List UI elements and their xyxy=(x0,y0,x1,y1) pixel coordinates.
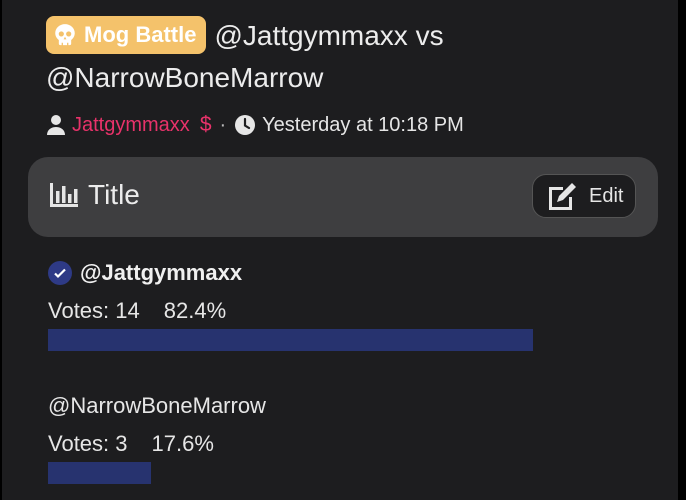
poll-option-1[interactable]: @Jattgymmaxx Votes: 14 82.4% xyxy=(48,260,534,351)
title-text-2: @NarrowBoneMarrow xyxy=(46,62,324,93)
mog-battle-badge[interactable]: Mog Battle xyxy=(46,15,207,54)
vote-percent: 17.6% xyxy=(151,431,214,456)
vote-bar xyxy=(48,462,673,484)
check-circle-icon xyxy=(48,261,72,285)
option-name: @Jattgymmaxx xyxy=(80,260,243,285)
poll-title: Title xyxy=(48,179,140,211)
post-title-line-1[interactable]: Mog Battle @Jattgymmaxx vs xyxy=(46,14,444,58)
left-edge xyxy=(0,0,2,500)
skull-icon xyxy=(55,23,75,45)
vote-bar-fill xyxy=(48,329,533,351)
meta-separator: · xyxy=(219,114,227,136)
post-timestamp[interactable]: Yesterday at 10:18 PM xyxy=(262,110,464,140)
poll-option-2[interactable]: @NarrowBoneMarrow Votes: 3 17.6% xyxy=(48,393,673,484)
vote-bar-fill xyxy=(48,462,151,484)
post-meta: Jattgymmaxx $ · Yesterday at 10:18 PM xyxy=(46,110,464,140)
option-name-row: @NarrowBoneMarrow xyxy=(48,393,673,419)
option-stats: Votes: 14 82.4% xyxy=(48,298,534,324)
bar-chart-icon xyxy=(50,183,78,207)
title-text-1: @Jattgymmaxx vs xyxy=(214,20,444,51)
vote-count: Votes: 14 xyxy=(48,298,140,323)
badge-label: Mog Battle xyxy=(84,21,197,47)
option-name: @NarrowBoneMarrow xyxy=(48,393,266,418)
right-edge xyxy=(678,0,686,500)
option-name-row: @Jattgymmaxx xyxy=(48,260,534,286)
author-link[interactable]: Jattgymmaxx xyxy=(72,110,190,140)
vote-percent: 82.4% xyxy=(163,298,227,323)
clock-icon xyxy=(235,115,256,135)
poll-header: Title Edit xyxy=(28,157,658,237)
dollar-icon: $ xyxy=(199,113,212,136)
post-title-line-2[interactable]: @NarrowBoneMarrow xyxy=(46,58,323,98)
vote-bar xyxy=(48,329,534,351)
poll-title-text: Title xyxy=(88,179,140,210)
user-icon xyxy=(47,115,65,135)
edit-icon xyxy=(549,183,576,210)
vote-count: Votes: 3 xyxy=(48,431,128,456)
edit-label: Edit xyxy=(589,184,624,207)
option-stats: Votes: 3 17.6% xyxy=(48,431,673,457)
edit-button[interactable]: Edit xyxy=(532,174,636,218)
